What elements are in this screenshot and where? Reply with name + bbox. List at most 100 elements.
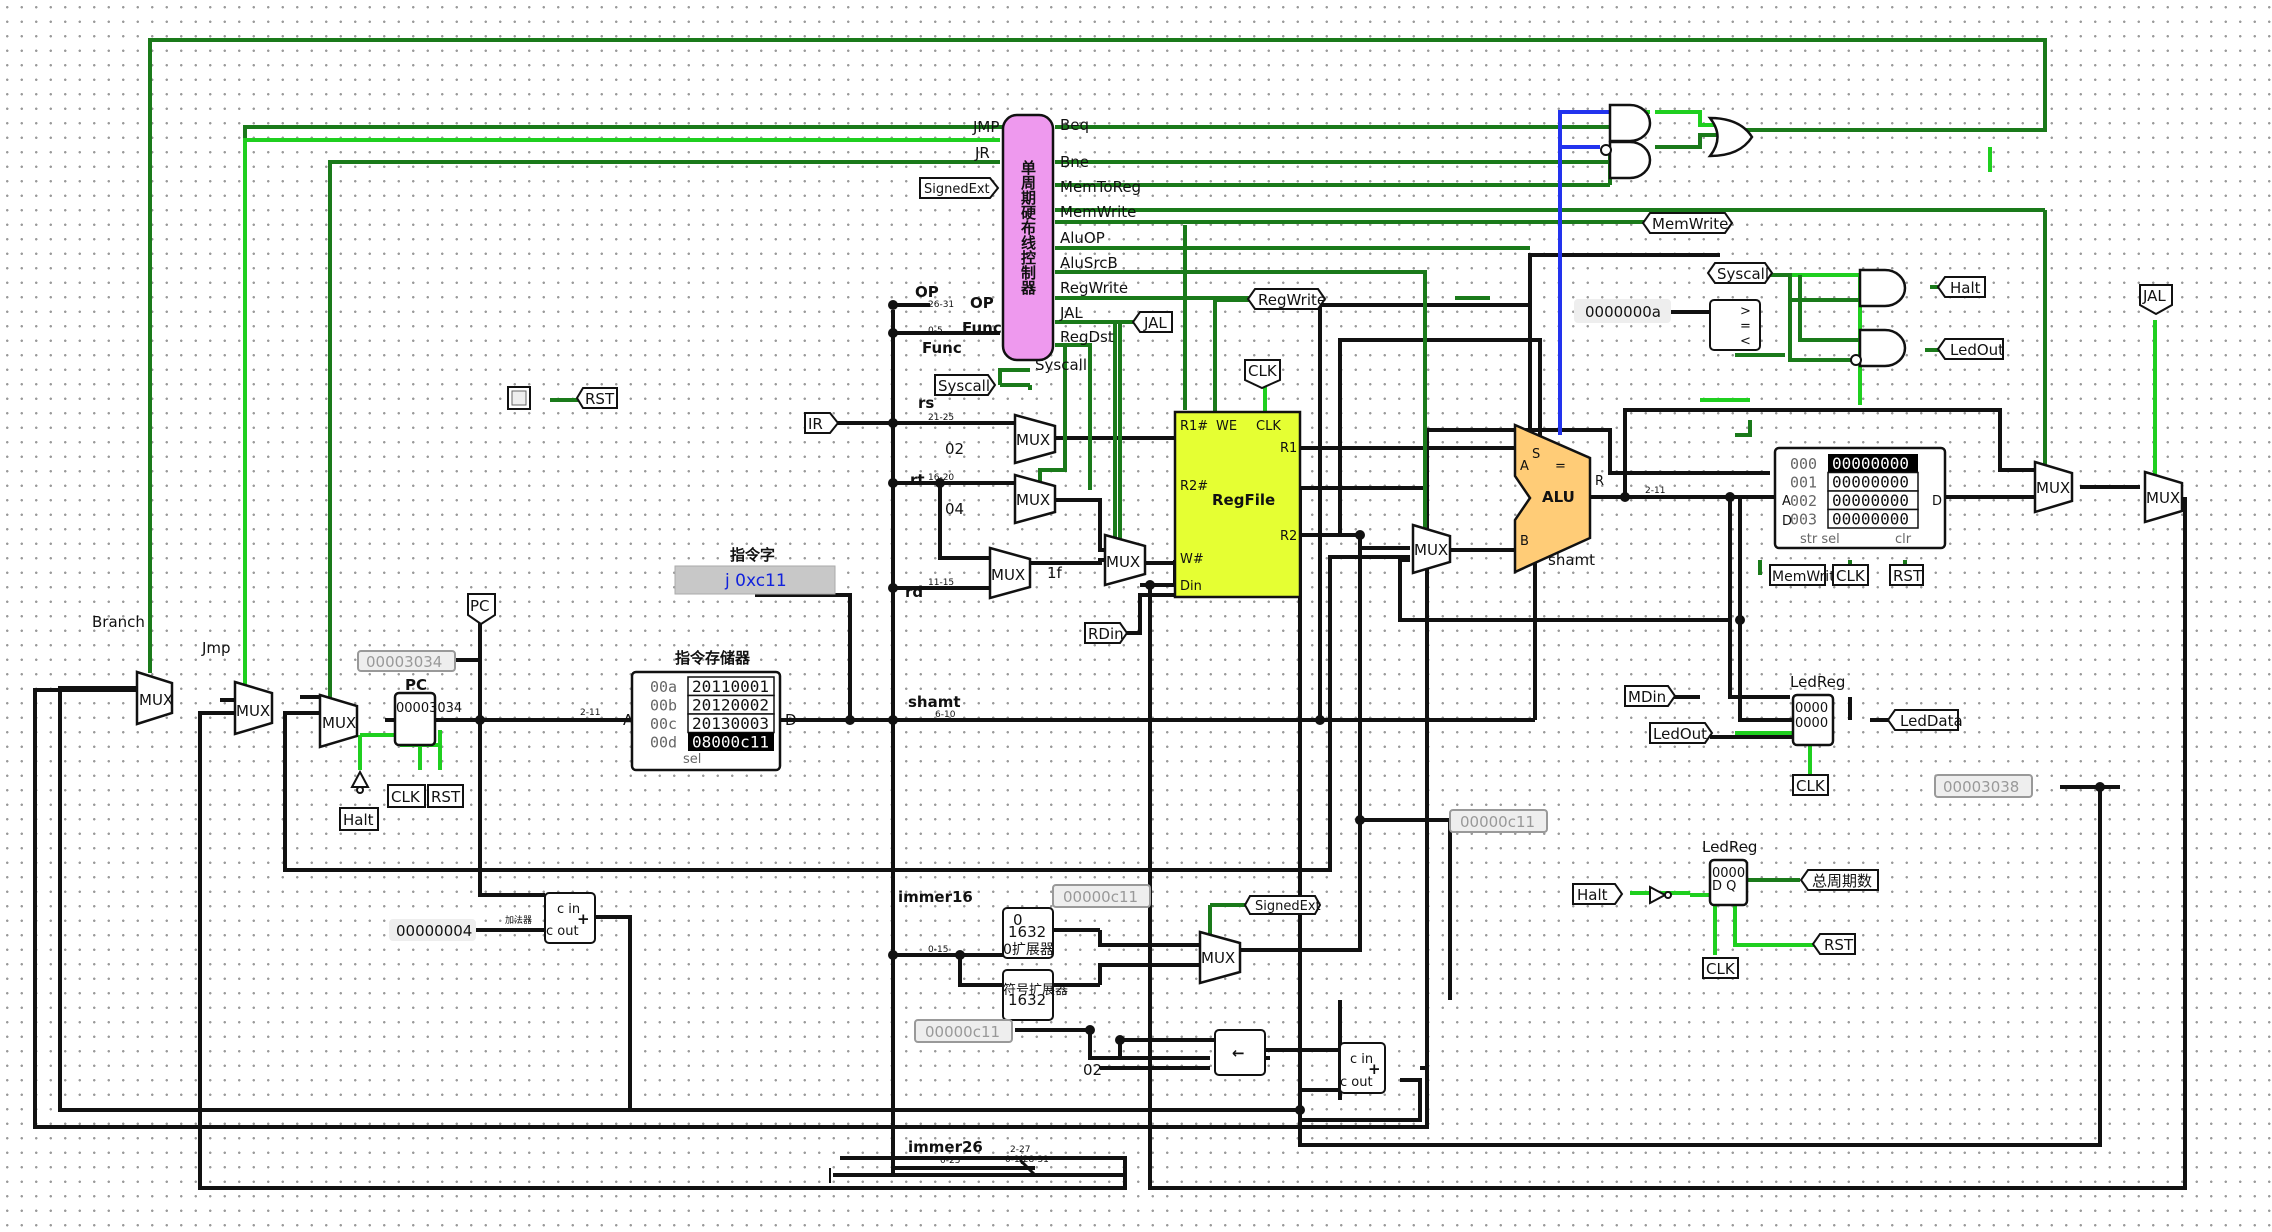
regfile-din: Din [1180, 579, 1202, 594]
tunnel-signedext-mux-label: SignedExt [1255, 899, 1321, 914]
tunnel-clk-led-label: CLK [1796, 777, 1826, 795]
ctrl-regwrite: RegWrite [1060, 279, 1128, 297]
const-1f: 1f [1047, 564, 1063, 582]
mux-imm[interactable]: MUX [1198, 930, 1242, 985]
tunnel-syscall-gate-label: Syscall [1717, 265, 1769, 283]
mux-jr[interactable]: MUX [318, 693, 359, 749]
led-register-cycles[interactable]: 0000 D Q LedReg [1702, 838, 1757, 907]
imem-rows: 00a 20110001 00b 20120002 00c 20130003 00d 0800… [650, 676, 775, 752]
instruction-word-text: j 0xc11 [724, 571, 787, 591]
splitter-imm26: 0-1|28-31 2-27 [1005, 1145, 1049, 1177]
pc-register-value: 00003034 [396, 701, 462, 716]
label-shamt: shamt [908, 693, 961, 711]
and-gate-halt [1858, 268, 1907, 308]
tunnel-rst-top: RST [575, 387, 618, 409]
sign-extender[interactable]: 符号扩展器 1632 [1002, 969, 1068, 1021]
mux-rs[interactable]: MUX [1013, 413, 1057, 465]
dmem-rows: 000 00000000001 00000000002 00000000003 0000… [1790, 454, 1919, 529]
probe-c11-b: 00000c11 [1063, 888, 1138, 906]
controller-left-labels: JMP JR OP Func [962, 118, 1002, 337]
or-gate-branch [1707, 116, 1754, 158]
pc-halt-inverter [350, 769, 370, 794]
mux-imm-label: MUX [1201, 949, 1235, 967]
shifter[interactable]: ← [1214, 1029, 1266, 1076]
zero-extender[interactable]: 0 1632 0扩展器 [1002, 907, 1054, 959]
tunnel-signedext-ctrl: SignedExt [919, 177, 1000, 199]
memory-value: 00000000 [1832, 510, 1909, 529]
ctrl-regdst: RegDst [1060, 328, 1114, 346]
mux-rd[interactable]: MUX [988, 546, 1032, 600]
reset-button-icon[interactable] [507, 386, 531, 410]
memory-value: 20130003 [692, 714, 769, 733]
ctrl-memwrite: MemWrite [1060, 203, 1136, 221]
halt-inverter-gate [1649, 885, 1672, 905]
mux-rd-label: MUX [991, 566, 1025, 584]
mux-branch-label: MUX [139, 691, 173, 709]
tunnel-clk-dm: CLK [1832, 564, 1869, 586]
adder-cout: c out [546, 924, 579, 939]
alu[interactable]: ALU A B S = R [1513, 423, 1604, 574]
tunnel-ir-label: IR [808, 415, 823, 433]
dmem-clr: clr [1895, 532, 1912, 547]
comparator[interactable]: > = < [1709, 299, 1761, 351]
tunnel-rst-pc: RST [427, 784, 464, 808]
sext-bits: 1632 [1008, 991, 1046, 1009]
tunnel-halt-out: Halt [1936, 276, 1986, 298]
dmem-str: str sel [1800, 532, 1840, 547]
hardwired-controller[interactable]: 单周期硬布线控制器 [1001, 113, 1055, 362]
circuit-diagram: 单周期硬布线控制器 JMP JR OP Func Beq Bne MemToRe… [33, 38, 2187, 1190]
mux-jmp[interactable]: MUX [233, 680, 274, 736]
memory-address: 003 [1790, 511, 1817, 529]
bits-alu: 2-11 [1645, 486, 1665, 496]
adder-plus: + [577, 910, 590, 928]
tunnel-rst-cycles: RST [1811, 933, 1856, 955]
tunnel-jal-right-label: JAL [2142, 287, 2166, 305]
ctrl-memtoreg: MemToReg [1060, 178, 1141, 196]
label-rd: rd [905, 583, 923, 601]
tunnel-syscall-ctrl: Syscall [934, 374, 997, 396]
ctrl-jmp: JMP [972, 118, 999, 136]
memory-address: 000 [1790, 455, 1817, 473]
memory-address: 002 [1790, 492, 1817, 510]
regfile-out1: R1 [1280, 441, 1297, 456]
label-jmp: Jmp [201, 639, 231, 657]
alu-s: S [1532, 447, 1540, 462]
label-func: Func [922, 339, 962, 357]
tunnel-syscall-gate: Syscall [1706, 262, 1774, 284]
tunnel-leddata-label: LedData [1900, 712, 1963, 730]
bits-imm26-top: 2-27 [1010, 1145, 1030, 1155]
tunnel-ledout-in-label: LedOut [1653, 725, 1707, 743]
regfile-clk: CLK [1256, 419, 1281, 434]
memory-address: 00d [650, 734, 677, 752]
tunnel-ledout-out-label: LedOut [1950, 341, 2004, 359]
probe-c11-a: 00000c11 [1460, 813, 1535, 831]
ctrl-syscall: Syscall [1035, 356, 1087, 374]
pc-adder[interactable]: c in c out + 加法器 [505, 892, 596, 944]
mux-wreg[interactable]: MUX [1103, 533, 1147, 587]
mux-branch[interactable]: MUX [135, 670, 174, 726]
bits-pc: 2-11 [580, 708, 600, 718]
mux-alub[interactable]: MUX [1411, 523, 1452, 575]
branch-adder[interactable]: c in c out + [1339, 1042, 1386, 1094]
shifter-arrow: ← [1232, 1044, 1245, 1062]
label-inst-word: 指令字 [730, 546, 775, 564]
tunnel-halt-pc-label: Halt [343, 811, 374, 829]
regfile-we: WE [1216, 419, 1237, 434]
tunnel-rst-cycles-label: RST [1824, 936, 1854, 954]
mux-rt[interactable]: MUX [1013, 473, 1057, 525]
tunnel-clk-regfile-label: CLK [1248, 362, 1278, 380]
instruction-memory[interactable]: A D 00a 20110001 00b 20120002 00c 20130003 00d… [623, 670, 797, 772]
imem-d: D [785, 711, 797, 729]
dmem-d-in: D [1782, 514, 1792, 529]
mux-memtoreg[interactable]: MUX [2033, 460, 2074, 514]
ledreg2-dq: D Q [1712, 879, 1736, 894]
tunnel-rdin: RDin [1084, 622, 1129, 644]
mux-jal[interactable]: MUX [2143, 470, 2184, 524]
bits-imm16: 0-15 [928, 945, 948, 955]
tunnel-clk-pc: CLK [387, 784, 426, 808]
led-register-data[interactable]: 0000 0000 LedReg [1790, 673, 1845, 747]
data-memory[interactable]: 000 00000000001 00000000002 00000000003 0000… [1773, 446, 1947, 550]
zext-bits: 1632 [1008, 923, 1046, 941]
register-file[interactable]: RegFile R1# WE CLK R2# W# Din R1 R2 [1173, 410, 1302, 599]
tunnel-clk-led: CLK [1792, 774, 1829, 796]
